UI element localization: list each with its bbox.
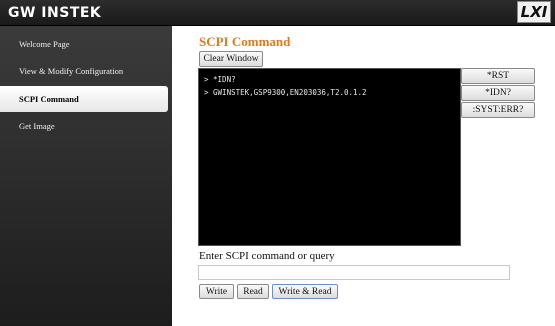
scpi-command-input[interactable] — [198, 265, 510, 280]
gw-instek-logo: GW INSTEK — [8, 5, 102, 21]
console-line: > *IDN? — [204, 75, 236, 84]
write-button[interactable]: Write — [199, 284, 234, 299]
sidebar-item-get-image[interactable]: Get Image — [0, 113, 168, 139]
top-bar: GW INSTEK LXI — [0, 0, 555, 26]
scpi-input-label: Enter SCPI command or query — [199, 250, 335, 262]
write-and-read-button[interactable]: Write & Read — [272, 284, 338, 299]
console-line: > GWINSTEK,GSP9300,EN203036,T2.0.1.2 — [204, 88, 367, 97]
sidebar-item-scpi-command[interactable]: SCPI Command — [0, 86, 168, 112]
syst-err-button[interactable]: :SYST:ERR? — [461, 102, 535, 118]
console-output: > *IDN? > GWINSTEK,GSP9300,EN203036,T2.0… — [198, 68, 461, 246]
sidebar-item-view-modify-configuration[interactable]: View & Modify Configuration — [0, 58, 168, 84]
idn-button[interactable]: *IDN? — [461, 85, 535, 101]
page-title: SCPI Command — [199, 34, 291, 49]
lxi-logo: LXI — [517, 1, 551, 23]
sidebar-item-welcome-page[interactable]: Welcome Page — [0, 31, 168, 57]
read-button[interactable]: Read — [237, 284, 269, 299]
main-panel: SCPI Command Clear Window > *IDN? > GWIN… — [172, 26, 555, 326]
clear-window-button[interactable]: Clear Window — [199, 51, 263, 67]
rst-button[interactable]: *RST — [461, 68, 535, 84]
sidebar: Welcome Page View & Modify Configuration… — [0, 26, 172, 326]
